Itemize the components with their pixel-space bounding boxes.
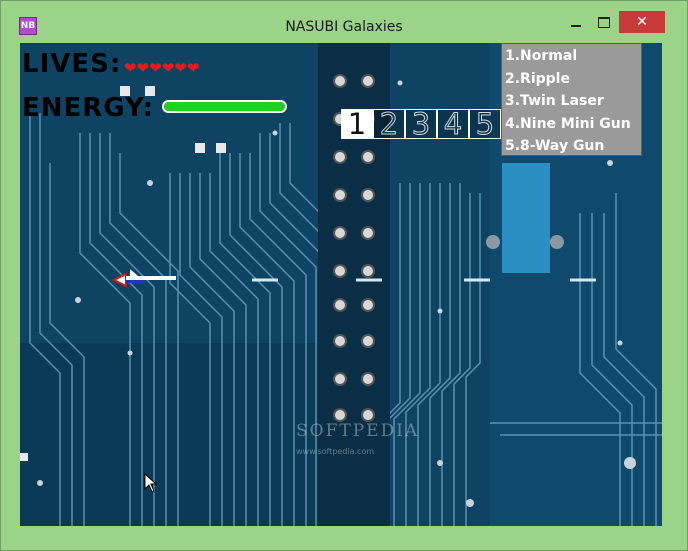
mouse-cursor-icon [144, 473, 158, 493]
heart-icon: ❤ [161, 59, 175, 77]
weapon-item-twin-laser: 3.Twin Laser [505, 93, 604, 109]
game-window: NB NASUBI Galaxies ✕ LIVES: ❤❤❤❤❤❤ ENERG… [0, 0, 688, 551]
heart-icon: ❤ [136, 59, 150, 77]
weapon-slot-3: 3 [405, 109, 437, 139]
minimize-button[interactable] [563, 11, 589, 33]
weapon-item-8-way-gun: 5.8-Way Gun [505, 138, 605, 154]
weapon-slot-1: 1 [341, 109, 373, 139]
game-canvas[interactable]: LIVES: ❤❤❤❤❤❤ ENERGY: 1 2 3 4 5 1.Normal… [20, 43, 662, 526]
player-ship-icon [112, 269, 176, 288]
maximize-button[interactable] [591, 11, 617, 33]
heart-icon: ❤ [124, 59, 137, 77]
heart-icon: ❤ [186, 59, 200, 77]
watermark-url: www.softpedia.com [296, 447, 375, 456]
weapon-item-nine-mini-gun: 4.Nine Mini Gun [505, 115, 631, 132]
weapon-slot-selector: 1 2 3 4 5 [341, 109, 501, 139]
watermark-logo: SOFTPEDIA [296, 421, 420, 441]
close-button[interactable]: ✕ [619, 11, 665, 33]
lives-hearts: ❤❤❤❤❤❤ [124, 59, 199, 77]
heart-icon: ❤ [149, 59, 162, 77]
energy-bar [162, 100, 287, 113]
energy-bar-fill [164, 102, 285, 111]
weapon-slot-5: 5 [469, 109, 501, 139]
weapon-slot-4: 4 [437, 109, 469, 139]
weapon-item-ripple: 2.Ripple [505, 70, 570, 87]
weapon-slot-2: 2 [373, 109, 405, 139]
heart-icon: ❤ [174, 59, 187, 77]
energy-label: ENERGY: [22, 93, 155, 123]
weapon-list-panel: 1.Normal 2.Ripple 3.Twin Laser 4.Nine Mi… [501, 43, 642, 156]
lives-label: LIVES: [22, 49, 122, 79]
title-bar[interactable]: NB NASUBI Galaxies ✕ [1, 1, 687, 39]
weapon-item-normal: 1.Normal [505, 48, 578, 64]
